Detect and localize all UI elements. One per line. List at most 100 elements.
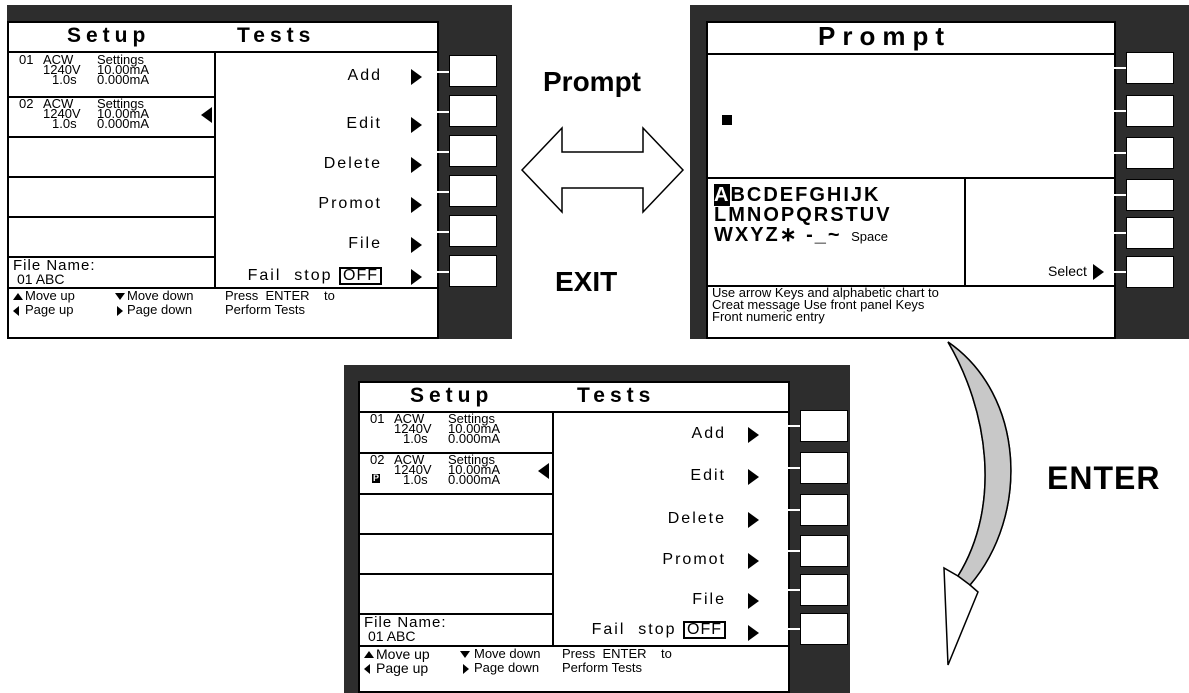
prompt-display: Prompt ABCDEFGHIJK LMNOPQRSTUV WXYZ∗ -_~… [706,21,1116,339]
page-up-icon [364,664,370,674]
alphabet-row-2[interactable]: LMNOPQRSTUV [714,205,892,226]
page-up-hint: Page up [25,302,74,317]
arrow-right-icon [748,469,759,485]
arrow-right-icon [411,269,422,285]
page-up-hint: Page up [376,660,429,676]
select-label[interactable]: Select [1048,263,1087,279]
setup-display-top: Setup Tests 01 ACW Settings 1240V 10.00m… [7,21,439,339]
step-row[interactable]: 02 ACW Settings 1240V 10.00mA 1.0s 0.000… [9,97,214,138]
arrow-right-icon [411,197,422,213]
menu-file[interactable]: File [692,591,726,609]
text-cursor [722,115,732,125]
file-name-value: 01 ABC [368,628,416,644]
soft-key[interactable] [1126,137,1174,169]
tests-title: Tests [577,384,656,407]
prompt-title: Prompt [818,21,951,51]
exit-label: EXIT [555,266,618,297]
selected-letter[interactable]: A [714,184,731,206]
menu-edit[interactable]: Edit [346,115,382,133]
arrow-right-icon [748,553,759,569]
up-icon [364,651,374,658]
step-row[interactable]: 01 ACW Settings 1240V 10.00mA 1.0s 0.000… [9,53,214,94]
menu-promot[interactable]: Promot [318,195,382,213]
menu-edit[interactable]: Edit [690,467,726,485]
press-enter-hint: Press ENTER to [562,646,672,661]
setup-title: Setup [67,24,151,47]
select-arrow-icon [1093,264,1104,280]
step-row[interactable]: 01 ACW Settings 1240V 10.00mA 1.0s 0.000… [360,412,552,453]
fail-stop-value: OFF [339,267,382,285]
arrow-right-icon [411,237,422,253]
soft-key[interactable] [800,574,848,606]
title-bar: Setup Tests [9,23,437,53]
soft-key[interactable] [1126,52,1174,84]
perform-tests-hint: Perform Tests [225,302,305,317]
menu-promot[interactable]: Promot [662,551,726,569]
soft-key[interactable] [1126,179,1174,211]
arrow-right-icon [748,427,759,443]
menu-add[interactable]: Add [348,67,382,85]
perform-tests-hint: Perform Tests [562,660,642,675]
soft-key[interactable] [449,55,497,87]
file-name-value: 01 ABC [17,271,65,287]
prompt-marker: P [372,473,381,483]
page-down-icon [463,664,469,674]
soft-key[interactable] [800,535,848,567]
setup-instrument-top: Setup Tests 01 ACW Settings 1240V 10.00m… [7,5,512,339]
page-down-hint: Page down [474,660,540,675]
arrow-right-icon [411,157,422,173]
setup-display-bottom: Setup Tests 01 ACW Settings 1240V 10.00m… [358,381,790,693]
arrow-right-icon [748,512,759,528]
soft-key[interactable] [800,613,848,645]
prompt-instrument: Prompt ABCDEFGHIJK LMNOPQRSTUV WXYZ∗ -_~… [690,5,1189,339]
step-row[interactable]: 02 ACW Settings 1240V 10.00mA 1.0s 0.000… [360,453,552,494]
move-up-hint: Move up [25,288,75,303]
fail-stop-label: Fail stop [247,267,333,284]
enter-label: ENTER [1047,460,1161,496]
move-down-hint: Move down [127,288,194,303]
arrow-right-icon [411,117,422,133]
alphabet-row-3[interactable]: WXYZ∗ -_~ Space [714,225,888,247]
soft-key[interactable] [1126,95,1174,127]
arrow-right-icon [748,625,759,641]
down-icon [115,293,125,300]
soft-key[interactable] [449,135,497,167]
up-icon [13,293,23,300]
arrow-right-icon [748,593,759,609]
fail-stop-label: Fail stop [591,621,677,638]
cursor-left-icon [538,463,549,479]
arrow-right-icon [411,69,422,85]
menu-delete[interactable]: Delete [324,155,382,173]
title-bar: Setup Tests [360,383,788,413]
soft-key[interactable] [449,215,497,247]
menu-add[interactable]: Add [692,425,726,443]
tests-title: Tests [237,24,316,47]
menu-fail-stop[interactable]: Fail stop OFF [248,267,382,285]
soft-key[interactable] [800,410,848,442]
press-enter-hint: Press ENTER to [225,288,335,303]
soft-key[interactable] [449,175,497,207]
help-text-3: Front numeric entry [712,309,825,324]
prompt-label: Prompt [543,66,641,97]
soft-key[interactable] [449,255,497,287]
page-up-icon [13,306,19,316]
double-arrow-icon [520,126,685,214]
alphabet-row-1[interactable]: ABCDEFGHIJK [714,184,880,206]
soft-key[interactable] [1126,217,1174,249]
menu-file[interactable]: File [348,235,382,253]
soft-key[interactable] [800,452,848,484]
menu-delete[interactable]: Delete [668,510,726,528]
menu-fail-stop[interactable]: Fail stop OFF [592,621,726,639]
cursor-left-icon [201,107,212,123]
soft-key[interactable] [1126,256,1174,288]
curved-arrow-icon [943,341,1012,666]
setup-instrument-bottom: Setup Tests 01 ACW Settings 1240V 10.00m… [344,365,850,693]
soft-key[interactable] [449,95,497,127]
move-down-hint: Move down [474,646,541,661]
soft-key[interactable] [800,494,848,526]
page-down-hint: Page down [127,302,193,317]
setup-title: Setup [410,384,494,407]
down-icon [460,651,470,658]
page-down-icon [117,306,123,316]
space-key[interactable]: Space [851,229,888,244]
